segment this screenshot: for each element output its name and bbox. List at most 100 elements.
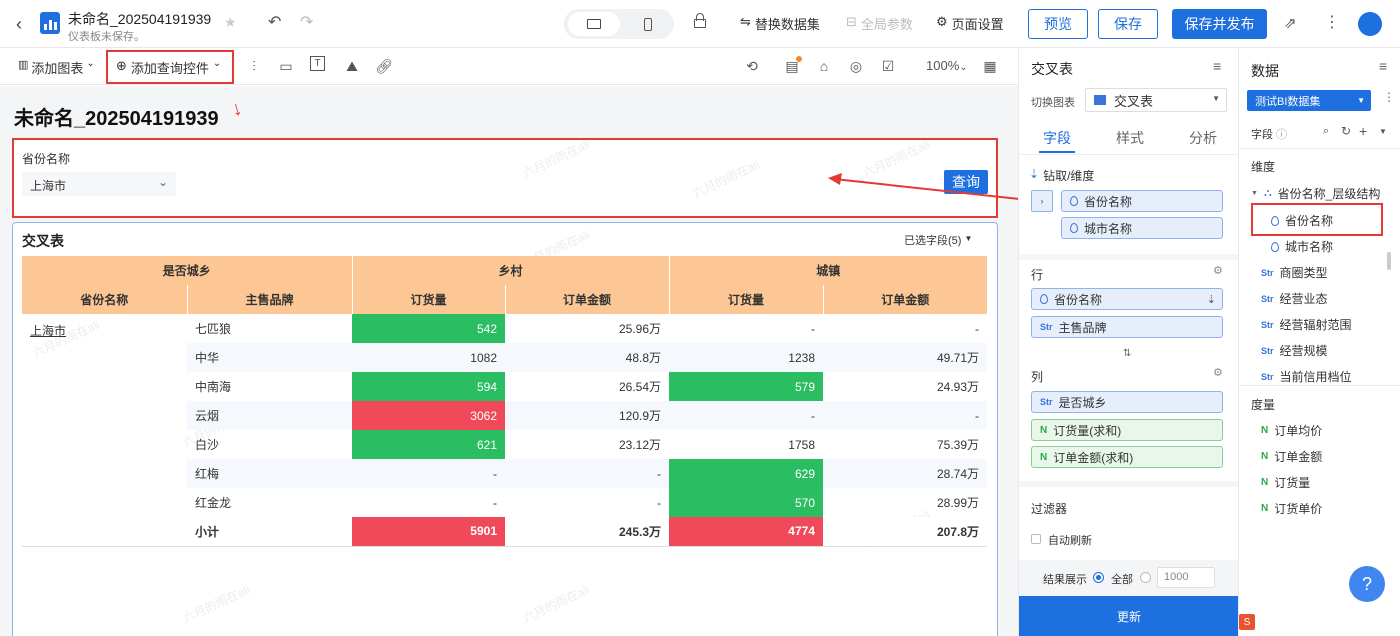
chevron-down-icon: ⌄ [959,62,968,73]
result-limit-radio[interactable] [1140,572,1151,583]
measure-field[interactable]: N 订货单价 [1261,500,1322,517]
dataset-select[interactable]: 测试BI数据集 ▼ [1247,90,1371,111]
header-cell[interactable]: 是否城乡 [22,256,353,285]
header-cell[interactable]: 主售品牌 [187,285,353,314]
value-cell: - [823,401,987,430]
measure-field[interactable]: N 订单金额 [1261,448,1322,465]
value-cell: 3062 [352,401,505,430]
dataset-more-icon[interactable]: ⋮ [1383,90,1395,104]
auto-refresh-checkbox[interactable] [1031,534,1041,544]
params-icon: ⊟ [846,14,857,29]
drill-field-chip[interactable]: 城市名称 [1061,217,1223,239]
result-all-radio[interactable] [1093,572,1104,583]
dimension-field[interactable]: Str 当前信用档位 [1261,368,1352,385]
field-search-icon[interactable]: ⌕ [1323,125,1329,138]
swap-icon[interactable]: ⇅ [1123,348,1131,359]
ruler-icon[interactable]: ▦ [980,56,1000,76]
share-icon[interactable]: ⇗ [1284,14,1297,32]
dimension-field[interactable]: Str 经营辐射范围 [1261,316,1352,333]
link-setting-icon[interactable]: ⟲ [742,56,762,76]
drill-toggle[interactable]: › [1031,190,1053,212]
refresh-icon[interactable]: ↻ [1341,124,1351,138]
caret-down-icon: ▼ [1357,96,1365,105]
tab-analysis[interactable]: 分析 [1189,128,1217,148]
header-cell[interactable]: 省份名称 [22,285,188,314]
header-cell[interactable]: 订单金额 [505,285,670,314]
page-settings-button[interactable]: ⚙ 页面设置 [936,14,1004,33]
drill-down-icon[interactable]: ⇣ [1207,293,1216,306]
image-icon[interactable]: ⛰ [342,56,362,76]
save-publish-button[interactable]: 保存并发布 [1172,9,1267,39]
row-field-chip[interactable]: 省份名称 ⇣ [1031,288,1223,310]
update-button[interactable]: 更新 [1019,596,1239,636]
desktop-view-button[interactable] [568,12,620,36]
add-field-icon[interactable]: + [1359,123,1367,139]
drill-field-chip[interactable]: 省份名称 [1061,190,1223,212]
column-settings-icon[interactable]: ⚙ [1213,366,1223,379]
lock-icon[interactable] [694,13,706,28]
check-icon[interactable]: ☑ [878,56,898,76]
selected-fields-dropdown[interactable]: 已选字段(5) ▼ [904,232,972,248]
column-field-chip[interactable]: Str 是否城乡 [1031,391,1223,413]
dimension-field[interactable]: Str 经营业态 [1261,290,1328,307]
caret-down-icon: ▼ [1251,190,1258,197]
replace-dataset-button[interactable]: ⇋ 替换数据集 [740,14,820,33]
more-icon[interactable]: ⋮ [1324,12,1340,32]
dashboard-name[interactable]: 未命名_202504191939 [68,9,211,29]
task-icon[interactable]: ▤ [782,56,802,76]
header-cell[interactable]: 订单金额 [823,285,987,314]
number-type-icon: N [1261,425,1269,436]
column-field-chip[interactable]: N 订单金额(求和) [1031,446,1223,468]
collapse-panel-icon[interactable]: ≡ [1213,58,1221,74]
field-options-icon[interactable]: ▼ [1379,127,1387,136]
row-field-chip[interactable]: Str 主售品牌 [1031,316,1223,338]
header-cell[interactable]: 订货量 [352,285,506,314]
header-cell[interactable]: 订货量 [669,285,824,314]
undo-icon[interactable]: ↶ [268,12,281,32]
hide-icon[interactable]: ◎ [846,56,866,76]
help-icon[interactable]: ? [1349,566,1385,602]
measure-field[interactable]: N 订单均价 [1261,422,1322,439]
tab-style[interactable]: 样式 [1116,128,1144,148]
dimension-field[interactable]: Str 经营规模 [1261,342,1328,359]
province-cell[interactable]: 上海市 [22,314,187,546]
save-button[interactable]: 保存 [1098,9,1158,39]
dimension-field[interactable]: 城市名称 [1271,238,1333,255]
layout-icon[interactable]: ⫶ [244,56,264,76]
chart-type-select[interactable]: 交叉表 ▼ [1085,88,1227,112]
ime-icon[interactable]: S [1239,614,1255,630]
global-params-button[interactable]: ⊟ 全局参数 [846,14,913,33]
measure-field[interactable]: N 订货量 [1261,474,1310,491]
star-icon[interactable]: ★ [224,14,237,31]
header-cell[interactable]: 城镇 [669,256,987,285]
collapse-data-panel-icon[interactable]: ≡ [1379,58,1387,74]
add-chart-button[interactable]: ▥ 添加图表 ⌄ [18,58,95,77]
column-field-chip[interactable]: N 订货量(求和) [1031,419,1223,441]
result-label: 结果展示 [1043,574,1087,586]
text-icon[interactable]: T [310,56,325,71]
brand-cell: 白沙 [195,438,220,452]
building-icon[interactable]: ⌂ [814,56,834,76]
preview-button[interactable]: 预览 [1028,9,1088,39]
user-avatar[interactable] [1358,12,1382,36]
device-switch [564,9,674,39]
tab-fields[interactable]: 字段 [1043,128,1071,148]
hierarchy-field[interactable]: ▼ ⛬ 省份名称_层级结构 [1251,185,1380,202]
header-cell[interactable]: 乡村 [352,256,670,285]
back-icon[interactable]: ‹ [16,14,22,35]
result-limit-input[interactable]: 1000 [1157,567,1215,588]
redo-icon[interactable]: ↷ [300,12,313,32]
link-icon[interactable]: 🔗︎ [374,56,394,76]
zoom-select[interactable]: 100%⌄ [926,58,968,73]
dimension-scrollbar[interactable] [1387,252,1391,270]
value-cell: 245.3万 [505,517,669,546]
value-cell: 629 [669,459,823,488]
value-cell: 570 [669,488,823,517]
value-cell: 48.8万 [505,343,669,372]
dimension-field[interactable]: Str 商圈类型 [1261,264,1328,281]
drill-icon: ⇣ [1029,167,1040,181]
number-type-icon: N [1040,451,1048,463]
tab-component-icon[interactable]: ▭ [276,56,296,76]
row-settings-icon[interactable]: ⚙ [1213,264,1223,277]
mobile-view-button[interactable] [628,12,668,36]
